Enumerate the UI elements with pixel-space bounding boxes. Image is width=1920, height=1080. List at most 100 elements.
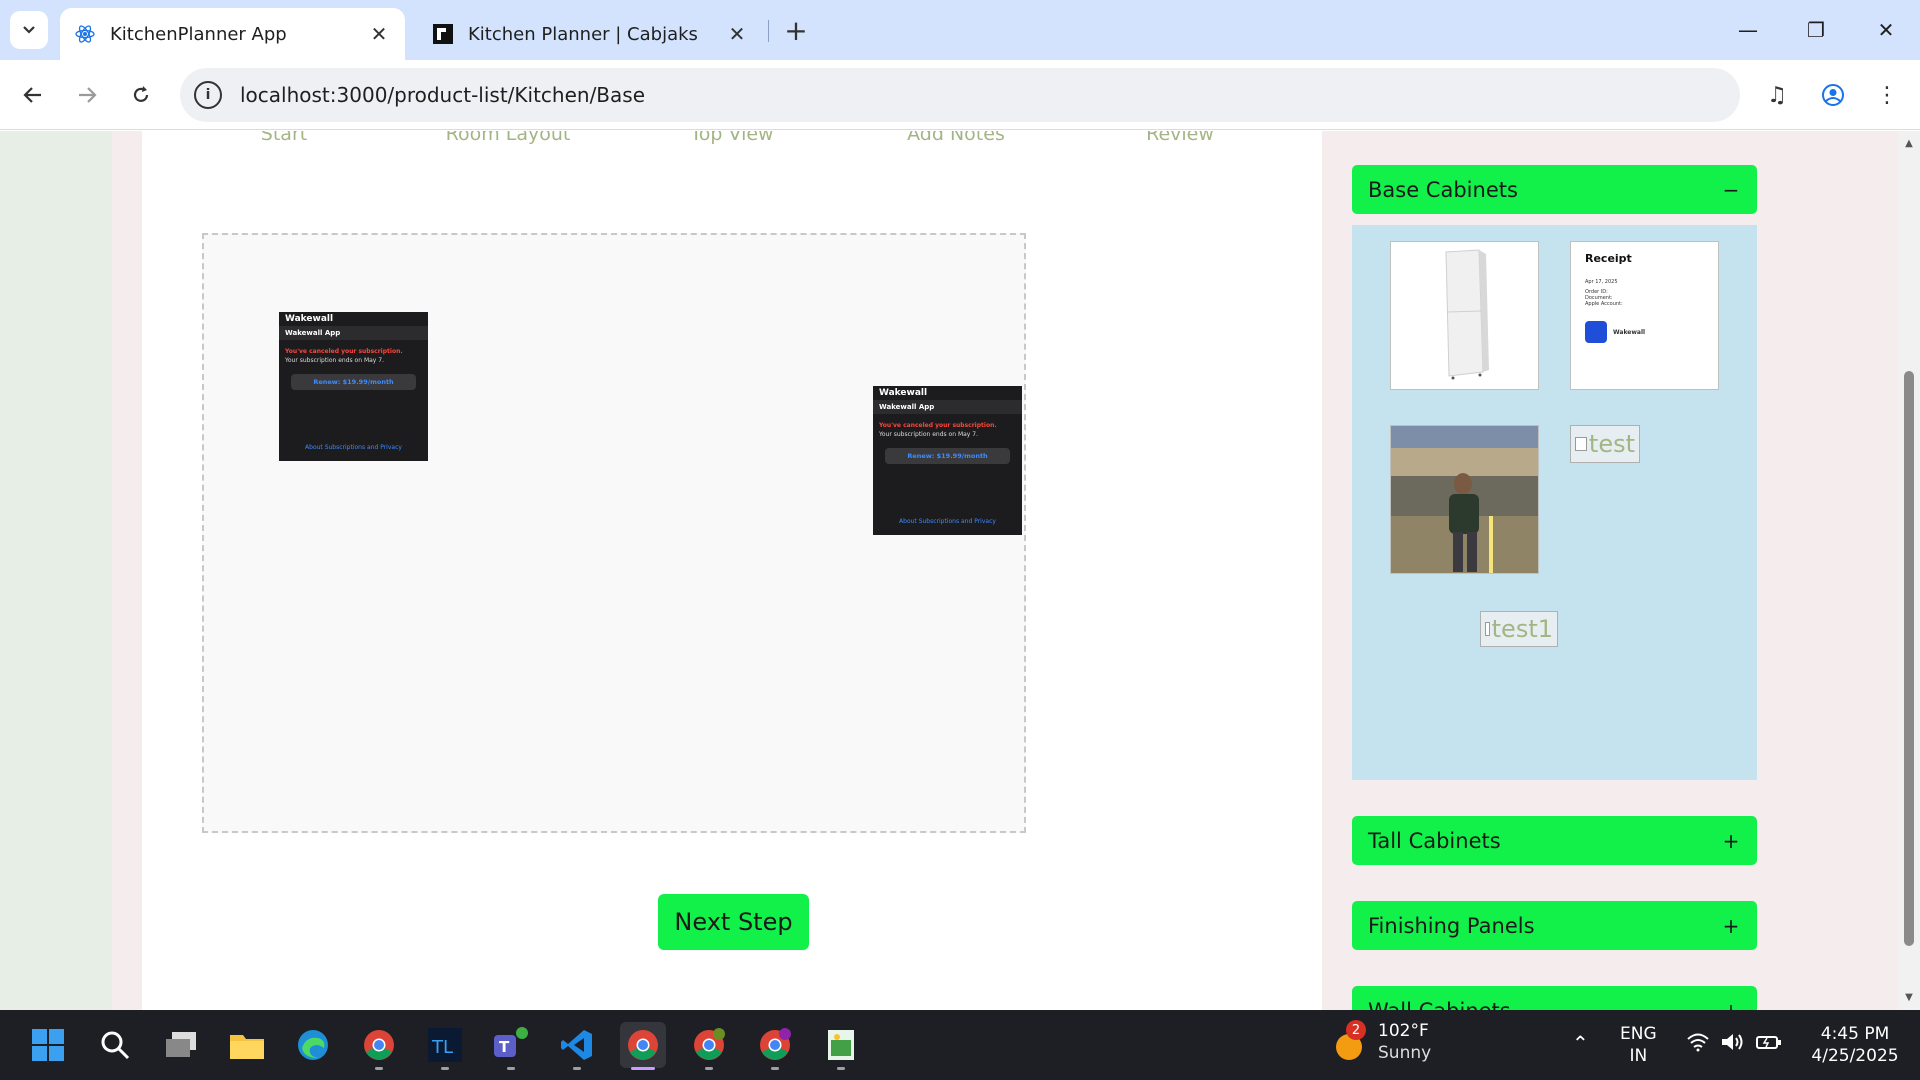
next-step-button[interactable]: Next Step: [658, 894, 809, 950]
search-icon[interactable]: [92, 1022, 138, 1068]
item-renew-button: Renew: $19.99/month: [885, 448, 1010, 464]
collapse-icon: −: [1722, 177, 1740, 202]
battery-icon[interactable]: [1756, 1032, 1782, 1058]
scrollbar-thumb[interactable]: [1904, 371, 1914, 946]
step-room-layout[interactable]: Room Layout: [446, 131, 571, 145]
back-icon[interactable]: [14, 76, 52, 114]
scroll-up-icon[interactable]: ▲: [1903, 137, 1915, 149]
weather-desc: Sunny: [1378, 1043, 1432, 1063]
site-info-icon[interactable]: i: [194, 81, 222, 109]
accordion-finishing-panels[interactable]: Finishing Panels +: [1352, 901, 1757, 950]
close-tab-icon[interactable]: ✕: [367, 22, 391, 46]
item-app-name: Wakewall: [285, 314, 334, 324]
step-review[interactable]: Review: [1146, 131, 1214, 145]
minimize-button[interactable]: —: [1714, 0, 1782, 60]
accordion-label: Base Cabinets: [1368, 177, 1518, 202]
close-tab-icon[interactable]: ✕: [725, 22, 749, 46]
tab-title: KitchenPlanner App: [110, 23, 287, 45]
product-receipt-image[interactable]: Receipt Apr 17, 2025 Order ID: Document:…: [1570, 241, 1719, 390]
edge-icon[interactable]: [290, 1022, 336, 1068]
item-ends-text: Your subscription ends on May 7.: [285, 357, 384, 364]
profile-icon[interactable]: [1814, 76, 1852, 114]
task-view-icon[interactable]: [158, 1022, 204, 1068]
layout-canvas[interactable]: Wakewall Wakewall App You've canceled yo…: [202, 233, 1026, 833]
accordion-label: Wall Cabinets: [1368, 999, 1721, 1011]
clock-time: 4:45 PM: [1820, 1024, 1890, 1044]
running-indicator: [837, 1067, 845, 1070]
placed-item[interactable]: Wakewall Wakewall App You've canceled yo…: [279, 312, 428, 461]
scroll-down-icon[interactable]: ▼: [1903, 991, 1915, 1003]
browser-tab-bar: KitchenPlanner App ✕ Kitchen Planner | C…: [0, 0, 1920, 60]
volume-icon[interactable]: [1720, 1032, 1746, 1058]
reload-icon[interactable]: [122, 76, 160, 114]
tab-kitchenplanner[interactable]: KitchenPlanner App ✕: [60, 8, 405, 60]
show-hidden-icons-chevron-icon[interactable]: ⌃: [1572, 1032, 1589, 1054]
item-app-name: Wakewall: [879, 388, 928, 398]
close-window-button[interactable]: ✕: [1852, 0, 1920, 60]
accordion-label: Tall Cabinets: [1368, 828, 1501, 853]
receipt-title: Receipt: [1585, 252, 1632, 265]
vscode-icon[interactable]: [554, 1022, 600, 1070]
svg-text:TL: TL: [431, 1037, 453, 1058]
windows-start-icon[interactable]: [25, 1022, 71, 1068]
teams-icon[interactable]: T: [488, 1022, 534, 1070]
new-tab-button[interactable]: +: [780, 14, 812, 47]
item-ends-text: Your subscription ends on May 7.: [879, 431, 978, 438]
planner-main-panel: Start Room Layout Top View Add Notes Rev…: [142, 131, 1322, 1010]
chrome-profile-d2-icon[interactable]: [752, 1022, 798, 1070]
chrome-profile-icon[interactable]: [620, 1022, 666, 1070]
left-margin: [0, 131, 112, 1010]
accordion-base-cabinets[interactable]: Base Cabinets −: [1352, 165, 1757, 214]
page-scrollbar[interactable]: ▲ ▼: [1898, 131, 1920, 1010]
receipt-line: Apr 17, 2025: [1585, 279, 1618, 285]
weather-widget[interactable]: 102°F Sunny: [1378, 1020, 1431, 1064]
svg-text:T: T: [499, 1038, 510, 1056]
broken-image-icon: [1485, 622, 1490, 636]
language-indicator[interactable]: ENG IN: [1620, 1023, 1657, 1067]
item-about-link: About Subscriptions and Privacy: [899, 518, 996, 525]
tab-cabjaks[interactable]: Kitchen Planner | Cabjaks ✕: [418, 8, 763, 60]
more-menu-icon[interactable]: ⋮: [1868, 76, 1906, 114]
tab-separator: [768, 20, 769, 42]
clock[interactable]: 4:45 PM 4/25/2025: [1800, 1023, 1910, 1067]
chrome-profile-d-icon[interactable]: [686, 1022, 732, 1070]
step-top-view[interactable]: Top View: [690, 131, 773, 145]
weather-icon[interactable]: 2: [1332, 1020, 1366, 1062]
address-bar[interactable]: i localhost:3000/product-list/Kitchen/Ba…: [180, 68, 1740, 122]
restore-button[interactable]: ❐: [1782, 0, 1850, 60]
url-text: localhost:3000/product-list/Kitchen/Base: [240, 83, 646, 107]
forward-icon[interactable]: [68, 76, 106, 114]
item-cancel-text: You've canceled your subscription.: [285, 348, 403, 355]
running-indicator: [441, 1067, 449, 1070]
image-editor-icon[interactable]: [818, 1022, 864, 1070]
wifi-icon[interactable]: [1686, 1032, 1710, 1058]
base-cabinets-products: Receipt Apr 17, 2025 Order ID: Document:…: [1352, 225, 1757, 780]
step-start[interactable]: Start: [261, 131, 307, 145]
step-progress: Start Room Layout Top View Add Notes Rev…: [142, 131, 1322, 161]
step-add-notes[interactable]: Add Notes: [907, 131, 1005, 145]
app-logo-icon: [1585, 321, 1607, 343]
chrome-icon[interactable]: [356, 1022, 402, 1070]
receipt-line: Apple Account:: [1585, 301, 1623, 307]
media-control-icon[interactable]: ♫: [1758, 76, 1796, 114]
expand-icon: +: [1721, 999, 1741, 1011]
product-photo[interactable]: [1390, 425, 1539, 574]
placed-item[interactable]: Wakewall Wakewall App You've canceled yo…: [873, 386, 1022, 535]
lang-primary: ENG: [1620, 1024, 1657, 1044]
expand-icon: +: [1722, 913, 1740, 938]
item-subtitle: Wakewall App: [279, 326, 428, 340]
broken-image-test1[interactable]: test1: [1480, 611, 1558, 647]
file-explorer-icon[interactable]: [224, 1022, 270, 1068]
product-tall-cabinet[interactable]: [1390, 241, 1539, 390]
weather-badge: 2: [1346, 1020, 1366, 1040]
accordion-wall-cabinets[interactable]: Wall Cabinets +: [1352, 986, 1757, 1010]
timelog-icon[interactable]: TL: [422, 1022, 468, 1070]
broken-image-test[interactable]: test: [1570, 425, 1640, 463]
running-indicator: [631, 1067, 655, 1070]
receipt-app-name: Wakewall: [1613, 328, 1646, 336]
accordion-tall-cabinets[interactable]: Tall Cabinets +: [1352, 816, 1757, 865]
alt-text: test: [1588, 430, 1635, 458]
page-viewport: Start Room Layout Top View Add Notes Rev…: [0, 131, 1920, 1010]
lang-secondary: IN: [1629, 1046, 1648, 1066]
tab-search-button[interactable]: [10, 11, 48, 49]
